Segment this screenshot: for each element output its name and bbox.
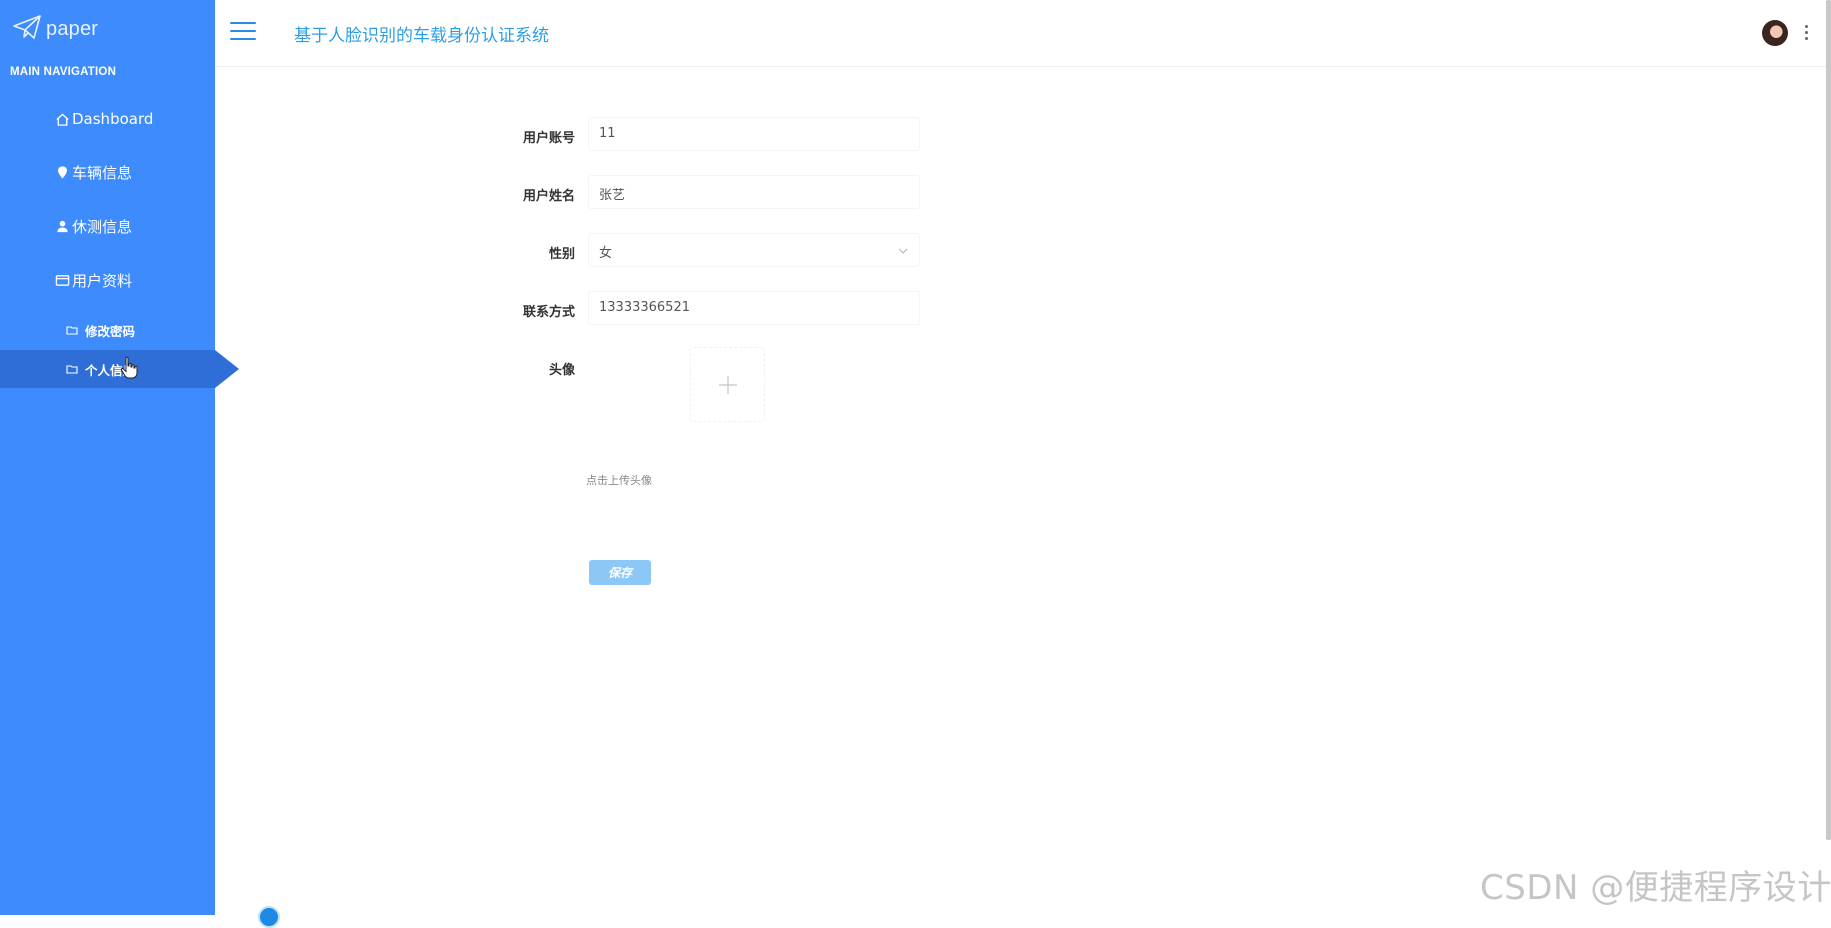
user-icon — [54, 218, 70, 234]
app-title: 基于人脸识别的车载身份认证系统 — [294, 26, 549, 46]
paper-plane-icon — [12, 14, 42, 44]
top-header: 基于人脸识别的车载身份认证系统 — [215, 0, 1831, 67]
chevron-up-icon[interactable] — [235, 273, 249, 287]
avatar-label: 头像 — [548, 363, 575, 378]
save-button[interactable]: 保存 — [589, 560, 651, 585]
floating-dot[interactable] — [258, 906, 280, 928]
menu-toggle-icon[interactable] — [230, 22, 256, 42]
contact-label: 联系方式 — [522, 305, 575, 320]
gender-label: 性别 — [548, 247, 575, 262]
name-input[interactable]: 张艺 — [588, 175, 920, 209]
avatar-upload[interactable] — [690, 347, 765, 422]
upload-tip: 点击上传头像 — [586, 474, 652, 487]
account-label: 用户账号 — [522, 131, 575, 146]
logo[interactable]: paper — [12, 14, 98, 44]
chevron-down-icon — [898, 248, 908, 254]
watermark: CSDN @便捷程序设计 — [1480, 868, 1831, 908]
form-row-avatar: 头像 — [0, 349, 1000, 385]
nav-heading: MAIN NAVIGATION — [10, 66, 117, 78]
card-icon — [54, 272, 70, 288]
plus-icon — [718, 375, 737, 394]
sidebar-item-label: 用户资料 — [72, 271, 133, 290]
vertical-scrollbar[interactable] — [1826, 0, 1831, 840]
form-row-account: 用户账号 11 — [0, 117, 1000, 153]
form-row-contact: 联系方式 13333366521 — [0, 291, 1000, 327]
contact-input[interactable]: 13333366521 — [588, 291, 920, 325]
gender-select[interactable]: 女 — [588, 233, 920, 267]
name-label: 用户姓名 — [522, 189, 575, 204]
account-input[interactable]: 11 — [588, 117, 920, 151]
user-avatar[interactable] — [1762, 20, 1788, 46]
logo-text: paper — [46, 17, 99, 40]
form-row-name: 用户姓名 张艺 — [0, 175, 1000, 211]
gender-select-value: 女 — [599, 246, 613, 261]
more-options-icon[interactable] — [1803, 25, 1809, 43]
form-row-gender: 性别 女 — [0, 233, 1000, 269]
